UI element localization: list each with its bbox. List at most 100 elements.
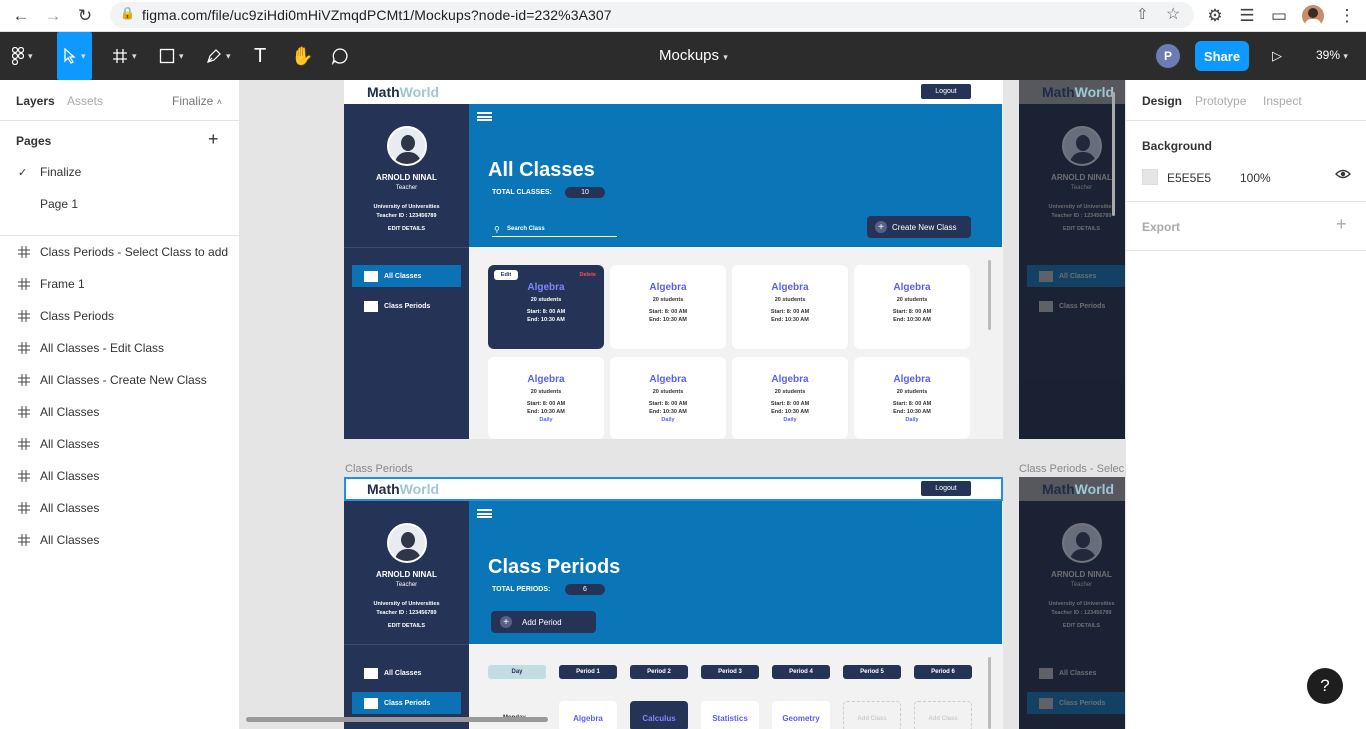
add-class-slot[interactable]: Add Class <box>914 701 972 729</box>
nav-label: All Classes <box>384 272 422 280</box>
add-export-icon[interactable]: + <box>1336 214 1347 235</box>
frame-edit-class-partial[interactable]: MathWorld ARNOLD NINAL Teacher Universit… <box>1019 80 1125 439</box>
profile-avatar[interactable] <box>1302 5 1324 27</box>
add-class-slot[interactable]: Add Class <box>843 701 901 729</box>
layer-item[interactable]: All Classes <box>0 428 240 460</box>
reload-icon[interactable]: ↻ <box>72 3 98 29</box>
class-card[interactable]: Algebra 20 students Start: 8: 00 AM End: 10… <box>610 357 726 439</box>
class-card[interactable]: Algebra 20 students Start: 8: 00 AM End: 10… <box>732 357 848 439</box>
layer-item[interactable]: All Classes <box>0 460 240 492</box>
help-button[interactable]: ? <box>1307 668 1343 704</box>
page-selector[interactable]: Finalize ˄ <box>172 94 222 108</box>
frame-label-class-periods[interactable]: Class Periods <box>345 463 413 475</box>
page-item-page1[interactable]: Page 1 <box>0 188 240 220</box>
back-icon[interactable]: ← <box>8 3 34 29</box>
search-input[interactable]: ⚲ Search Class <box>492 222 617 237</box>
menu-kebab-icon[interactable]: ⋮ <box>1334 3 1360 29</box>
hand-tool[interactable]: ✋ <box>291 44 313 68</box>
sidebar-item-all-classes[interactable]: All Classes <box>352 662 461 684</box>
layer-item[interactable]: Class Periods - Select Class to add <box>0 236 240 268</box>
tab-design[interactable]: Design <box>1142 94 1182 108</box>
comment-tool[interactable] <box>331 44 349 68</box>
delete-button[interactable]: Delete <box>579 272 596 278</box>
hamburger-icon[interactable] <box>477 509 492 518</box>
background-opacity-input[interactable]: 100% <box>1240 171 1271 185</box>
scrollbar[interactable] <box>988 657 991 729</box>
subject-slot[interactable]: Calculus <box>630 701 688 729</box>
pen-tool[interactable]: ▾ <box>206 44 231 68</box>
document-title[interactable]: Mockups ▾ <box>659 47 728 64</box>
subject-slot[interactable]: Algebra <box>559 701 617 729</box>
share-button[interactable]: Share <box>1195 41 1249 71</box>
background-swatch[interactable] <box>1142 169 1158 185</box>
sidepanel-icon[interactable]: ▭ <box>1266 3 1292 29</box>
period-header[interactable]: Period 6 <box>914 665 972 679</box>
shape-tool[interactable]: ▾ <box>159 44 184 68</box>
tab-layers[interactable]: Layers <box>16 94 55 108</box>
collaborator-avatar[interactable]: P <box>1156 44 1180 68</box>
main-menu-button[interactable]: ▾ <box>12 44 33 68</box>
address-bar[interactable]: 🔒 figma.com/file/uc9ziHdi0mHiVZmqdPCMt1/… <box>110 2 1194 28</box>
tab-inspect[interactable]: Inspect <box>1263 94 1302 108</box>
period-header[interactable]: Period 1 <box>559 665 617 679</box>
create-class-button[interactable]: + Create New Class <box>867 216 971 238</box>
period-header[interactable]: Period 5 <box>843 665 901 679</box>
forward-icon[interactable]: → <box>40 3 66 29</box>
class-card[interactable]: Algebra 20 students Start: 8: 00 AM End: 10… <box>854 265 970 349</box>
class-card[interactable]: Algebra 20 students Start: 8: 00 AM End: 10… <box>610 265 726 349</box>
edit-details-link[interactable]: EDIT DETAILS <box>344 226 469 232</box>
hamburger-icon[interactable] <box>477 112 492 121</box>
tab-prototype[interactable]: Prototype <box>1195 94 1246 108</box>
frame-tool[interactable]: ▾ <box>112 44 137 68</box>
frame-class-periods[interactable]: MathWorld Logout ARNOLD NINAL Teacher Un… <box>344 477 1003 729</box>
layer-item[interactable]: All Classes <box>0 524 240 556</box>
logout-button[interactable]: Logout <box>921 84 971 99</box>
period-header[interactable]: Period 2 <box>630 665 688 679</box>
sidebar-item-class-periods[interactable]: Class Periods <box>352 295 461 317</box>
subject-slot[interactable]: Statistics <box>701 701 759 729</box>
text-tool[interactable]: T <box>254 44 266 68</box>
class-card[interactable]: Edit Delete Algebra 20 students Start: 8: 00… <box>488 265 604 349</box>
tab-assets[interactable]: Assets <box>67 94 103 108</box>
class-title: Algebra <box>649 282 687 293</box>
visibility-eye-icon[interactable] <box>1335 166 1351 185</box>
canvas-scrollbar[interactable] <box>246 717 548 722</box>
add-page-icon[interactable]: + <box>208 129 219 150</box>
add-period-button[interactable]: + Add Period <box>491 611 596 633</box>
subject-slot[interactable]: Geometry <box>772 701 830 729</box>
layer-item[interactable]: Frame 1 <box>0 268 240 300</box>
zoom-control[interactable]: 39% ▾ <box>1316 48 1348 62</box>
background-hex-input[interactable]: E5E5E5 <box>1167 171 1211 185</box>
frame-all-classes[interactable]: MathWorld Logout ARNOLD NINAL Teacher Un… <box>344 80 1003 439</box>
sidebar-item-class-periods[interactable]: Class Periods <box>352 692 461 714</box>
present-button[interactable]: ▷ <box>1272 44 1282 68</box>
edit-button[interactable]: Edit <box>494 270 518 280</box>
move-tool[interactable]: ▾ <box>57 32 92 80</box>
layer-item[interactable]: All Classes <box>0 492 240 524</box>
period-header[interactable]: Period 4 <box>772 665 830 679</box>
layer-item[interactable]: All Classes - Create New Class <box>0 364 240 396</box>
bookmark-star-icon[interactable]: ☆ <box>1166 4 1180 24</box>
media-icon[interactable]: ☰ <box>1234 3 1260 29</box>
class-start: Start: 8: 00 AM <box>770 401 810 407</box>
hand-icon: ✋ <box>291 45 314 66</box>
extensions-icon[interactable]: ⚙ <box>1202 3 1228 29</box>
period-header[interactable]: Period 3 <box>701 665 759 679</box>
class-frequency: Daily <box>783 417 797 423</box>
frame-scrollbar[interactable] <box>1112 92 1115 216</box>
frame-select-class-partial[interactable]: MathWorld ARNOLD NINAL Teacher Universit… <box>1019 477 1125 729</box>
class-card[interactable]: Algebra 20 students Start: 8: 00 AM End: 10… <box>732 265 848 349</box>
layer-item[interactable]: All Classes <box>0 396 240 428</box>
class-card[interactable]: Algebra 20 students Start: 8: 00 AM End: 10… <box>854 357 970 439</box>
sidebar-item-all-classes[interactable]: All Classes <box>352 265 461 287</box>
scrollbar[interactable] <box>988 260 991 330</box>
frame-label-select-class[interactable]: Class Periods - Selec <box>1019 463 1124 475</box>
logout-button[interactable]: Logout <box>921 481 971 496</box>
class-card[interactable]: Algebra 20 students Start: 8: 00 AM End: 10… <box>488 357 604 439</box>
layer-item[interactable]: All Classes - Edit Class <box>0 332 240 364</box>
page-item-finalize[interactable]: ✓ Finalize <box>0 156 240 188</box>
share-page-icon[interactable]: ⇧ <box>1136 5 1149 23</box>
layer-item[interactable]: Class Periods <box>0 300 240 332</box>
edit-details-link[interactable]: EDIT DETAILS <box>344 623 469 629</box>
canvas[interactable]: MathWorld Logout ARNOLD NINAL Teacher Un… <box>240 80 1125 729</box>
